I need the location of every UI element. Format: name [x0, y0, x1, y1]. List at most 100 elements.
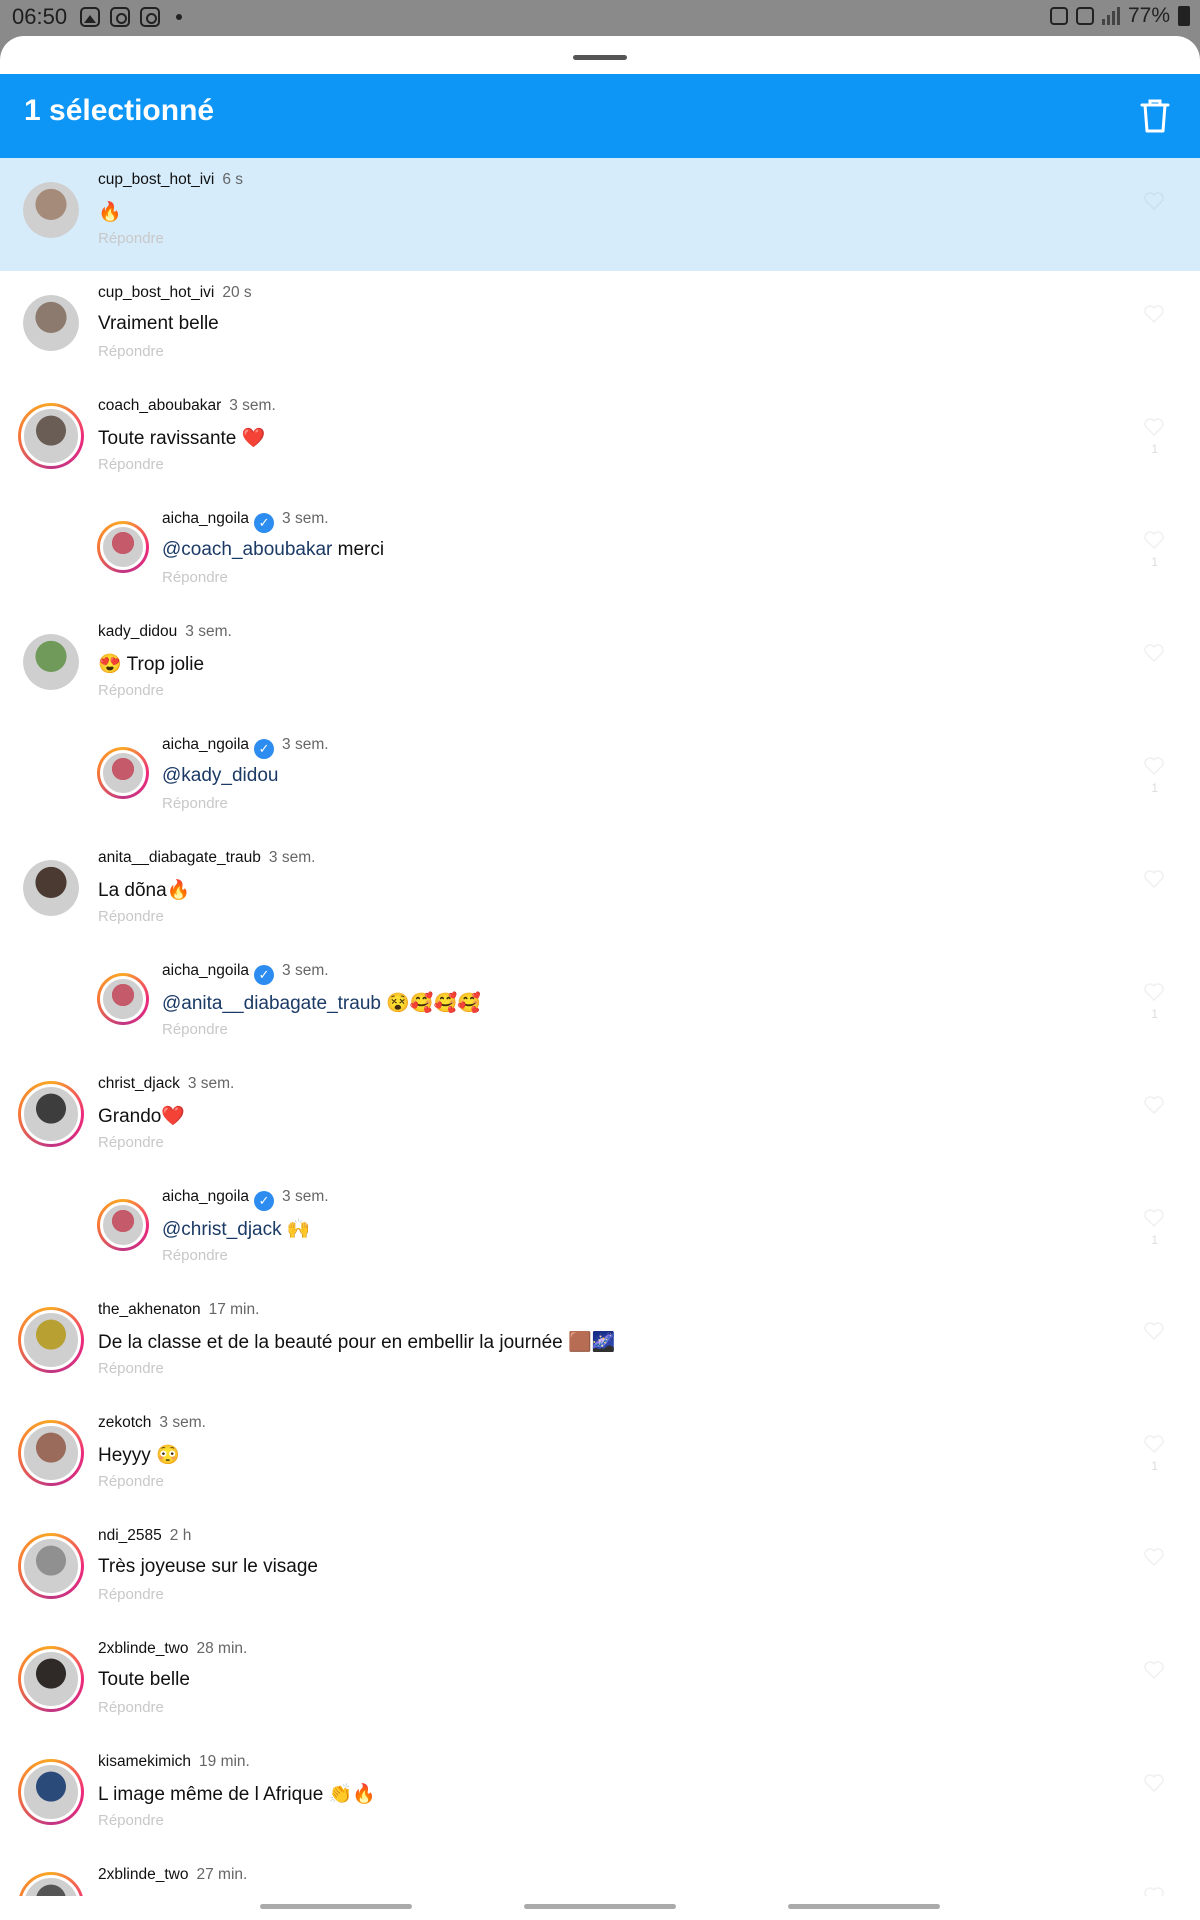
- reply-button[interactable]: Répondre: [98, 1699, 164, 1716]
- like-heart-icon[interactable]: [1144, 1661, 1164, 1679]
- avatar[interactable]: [18, 1081, 84, 1147]
- gallery-icon: [80, 7, 100, 27]
- comment-row[interactable]: ndi_2585 2 h Très joyeuse sur le visage Rép…: [0, 1514, 1200, 1627]
- mention-link[interactable]: @anita__diabagate_traub: [162, 993, 381, 1014]
- instagram-icon: [110, 7, 130, 27]
- username[interactable]: zekotch: [98, 1414, 151, 1431]
- comment-time: 3 sem.: [282, 1188, 329, 1205]
- avatar[interactable]: [18, 1533, 84, 1599]
- selection-title: 1 sélectionné: [24, 94, 215, 127]
- verified-badge-icon: ✓: [254, 739, 275, 759]
- reply-button[interactable]: Répondre: [98, 1134, 164, 1151]
- comment-time: 3 sem.: [187, 1075, 235, 1092]
- username[interactable]: cup_bost_hot_ivi: [98, 171, 214, 188]
- avatar[interactable]: [97, 973, 149, 1025]
- comment-body: 😵🥰🥰🥰: [380, 993, 481, 1014]
- mention-link[interactable]: @kady_didou: [162, 765, 278, 786]
- avatar[interactable]: [18, 1420, 84, 1486]
- comment-row[interactable]: kisamekimich 19 min. L image même de l Afr…: [0, 1740, 1200, 1853]
- reply-row[interactable]: aicha_ngoila ✓ 3 sem. @kady_didou Répondre 1: [0, 723, 1200, 836]
- avatar[interactable]: [23, 182, 79, 238]
- avatar[interactable]: [97, 747, 149, 799]
- reply-button[interactable]: Répondre: [162, 795, 228, 812]
- username[interactable]: christ_djack: [98, 1075, 180, 1092]
- username[interactable]: kisamekimich: [98, 1753, 191, 1770]
- drag-handle[interactable]: [573, 55, 627, 60]
- username[interactable]: aicha_ngoila: [162, 962, 249, 979]
- comment-row[interactable]: cup_bost_hot_ivi 20 s Vraiment belle Répond…: [0, 271, 1200, 384]
- username[interactable]: cup_bost_hot_ivi: [98, 284, 214, 301]
- avatar[interactable]: [18, 403, 84, 469]
- like-heart-icon[interactable]: [1144, 1774, 1164, 1792]
- verified-badge-icon: ✓: [254, 965, 275, 985]
- avatar[interactable]: [18, 1646, 84, 1712]
- like-heart-icon[interactable]: [1144, 1209, 1164, 1227]
- comment-row[interactable]: coach_aboubakar 3 sem. Toute ravissante ❤️…: [0, 384, 1200, 497]
- comment-text: Heyyy 😳: [98, 1443, 180, 1467]
- avatar[interactable]: [23, 295, 79, 351]
- reply-button[interactable]: Répondre: [98, 908, 164, 925]
- like-heart-icon[interactable]: [1144, 1322, 1164, 1340]
- comment-row[interactable]: cup_bost_hot_ivi 6 s 🔥 Répondre: [0, 158, 1200, 271]
- reply-row[interactable]: aicha_ngoila ✓ 3 sem. @christ_djack 🙌 Répond…: [0, 1175, 1200, 1288]
- username[interactable]: aicha_ngoila: [162, 736, 249, 753]
- like-count: 1: [1151, 1459, 1158, 1473]
- comment-row[interactable]: christ_djack 3 sem. Grando❤️ Répondre: [0, 1062, 1200, 1175]
- comment-row[interactable]: 2xblinde_two 28 min. Toute belle Répondre: [0, 1627, 1200, 1740]
- like-heart-icon[interactable]: [1144, 644, 1164, 662]
- reply-button[interactable]: Répondre: [98, 1586, 164, 1603]
- like-heart-icon[interactable]: [1144, 192, 1164, 210]
- avatar[interactable]: [23, 634, 79, 690]
- comment-meta: 2xblinde_two 28 min.: [98, 1640, 247, 1658]
- comment-row[interactable]: kady_didou 3 sem. 😍 Trop jolie Répondre: [0, 610, 1200, 723]
- comment-row[interactable]: zekotch 3 sem. Heyyy 😳 Répondre 1: [0, 1401, 1200, 1514]
- mention-link[interactable]: @coach_aboubakar: [162, 539, 332, 560]
- comment-row[interactable]: anita__diabagate_traub 3 sem. La dõna🔥 Répo…: [0, 836, 1200, 949]
- like-heart-icon[interactable]: [1144, 757, 1164, 775]
- like-heart-icon[interactable]: [1144, 1435, 1164, 1453]
- nav-home[interactable]: [524, 1904, 676, 1909]
- comment-time: 27 min.: [196, 1866, 248, 1883]
- reply-button[interactable]: Répondre: [98, 456, 164, 473]
- like-heart-icon[interactable]: [1144, 1548, 1164, 1566]
- avatar[interactable]: [97, 521, 149, 573]
- reply-button[interactable]: Répondre: [162, 1247, 228, 1264]
- reply-button[interactable]: Répondre: [98, 1360, 164, 1377]
- like-heart-icon[interactable]: [1144, 305, 1164, 323]
- like-count: 1: [1151, 1233, 1158, 1247]
- username[interactable]: 2xblinde_two: [98, 1866, 188, 1883]
- reply-button[interactable]: Répondre: [98, 682, 164, 699]
- nav-recents[interactable]: [260, 1904, 412, 1909]
- like-heart-icon[interactable]: [1144, 983, 1164, 1001]
- like-heart-icon[interactable]: [1144, 870, 1164, 888]
- username[interactable]: aicha_ngoila: [162, 1188, 249, 1205]
- username[interactable]: coach_aboubakar: [98, 397, 221, 414]
- reply-button[interactable]: Répondre: [162, 1021, 228, 1038]
- reply-button[interactable]: Répondre: [98, 230, 164, 247]
- trash-icon[interactable]: [1140, 98, 1170, 134]
- reply-button[interactable]: Répondre: [98, 1473, 164, 1490]
- avatar[interactable]: [97, 1199, 149, 1251]
- avatar[interactable]: [23, 860, 79, 916]
- like-heart-icon[interactable]: [1144, 418, 1164, 436]
- nav-back[interactable]: [788, 1904, 940, 1909]
- comment-row[interactable]: the_akhenaton 17 min. De la classe et de l…: [0, 1288, 1200, 1401]
- avatar[interactable]: [18, 1759, 84, 1825]
- username[interactable]: 2xblinde_two: [98, 1640, 188, 1657]
- comment-text: La dõna🔥: [98, 878, 190, 902]
- reply-row[interactable]: aicha_ngoila ✓ 3 sem. @coach_aboubakar merc…: [0, 497, 1200, 610]
- username[interactable]: the_akhenaton: [98, 1301, 201, 1318]
- reply-button[interactable]: Répondre: [98, 1812, 164, 1829]
- avatar[interactable]: [18, 1307, 84, 1373]
- username[interactable]: ndi_2585: [98, 1527, 162, 1544]
- like-heart-icon[interactable]: [1144, 1096, 1164, 1114]
- reply-button[interactable]: Répondre: [162, 569, 228, 586]
- username[interactable]: anita__diabagate_traub: [98, 849, 261, 866]
- reply-row[interactable]: aicha_ngoila ✓ 3 sem. @anita__diabagate_tra…: [0, 949, 1200, 1062]
- username[interactable]: aicha_ngoila: [162, 510, 249, 527]
- username[interactable]: kady_didou: [98, 623, 177, 640]
- reply-button[interactable]: Répondre: [98, 343, 164, 360]
- alarm-icon: [1049, 7, 1068, 25]
- mention-link[interactable]: @christ_djack: [162, 1219, 282, 1240]
- like-heart-icon[interactable]: [1144, 531, 1164, 549]
